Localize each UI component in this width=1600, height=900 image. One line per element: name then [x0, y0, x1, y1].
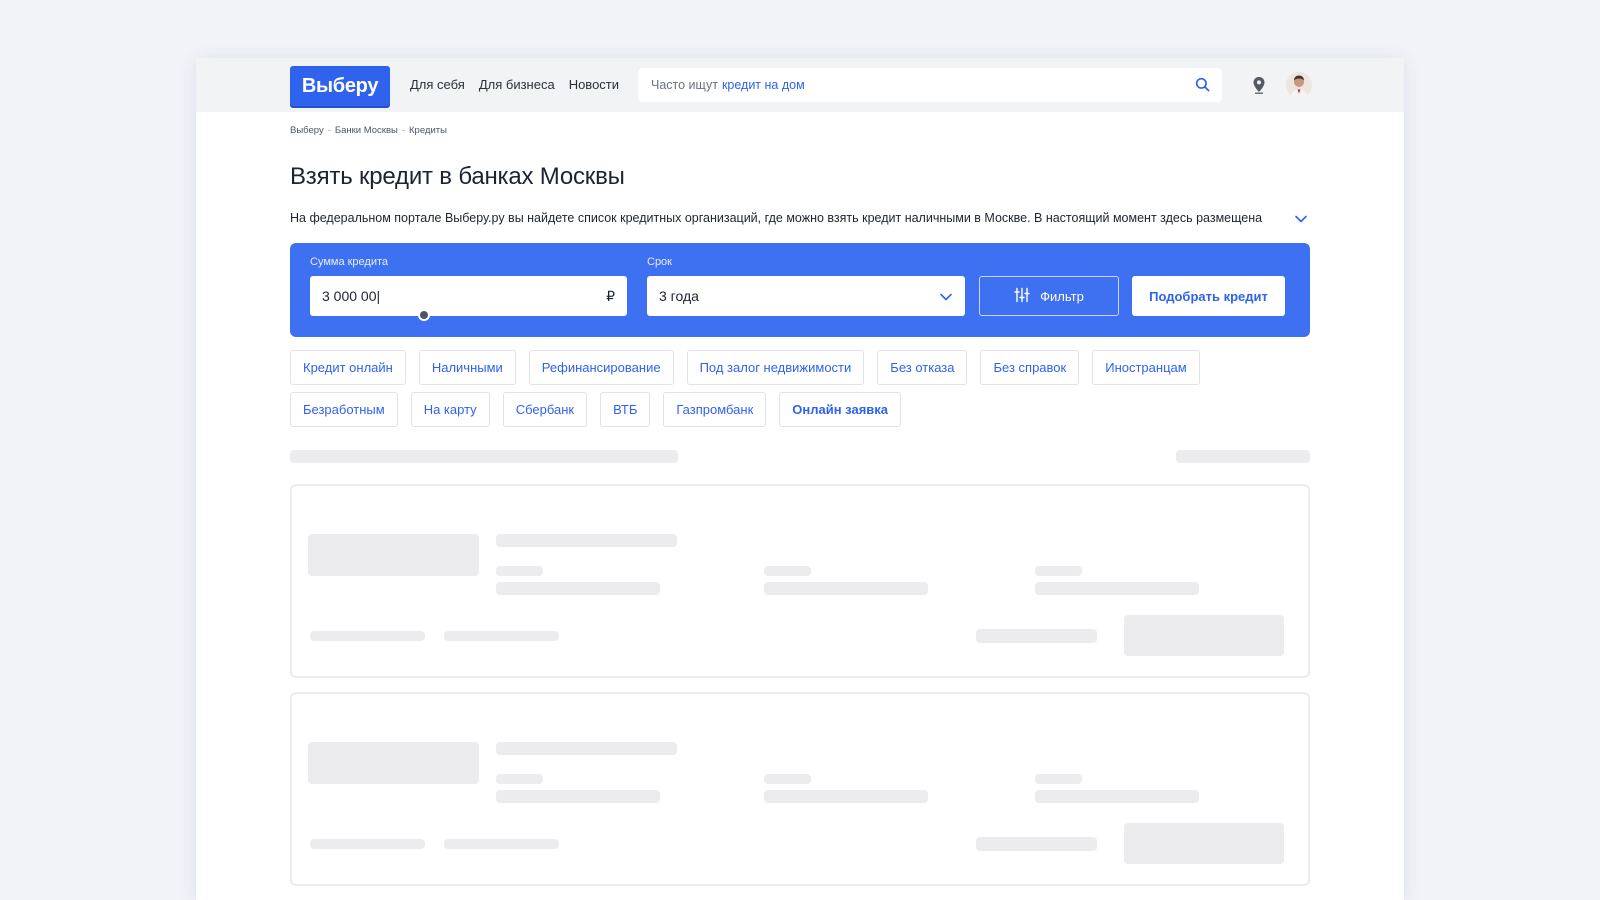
skeleton-button [1124, 823, 1284, 864]
skeleton-bank-logo [308, 742, 479, 784]
skeleton-param-label [764, 566, 811, 576]
skeleton-meta [310, 839, 425, 849]
location-pin-icon[interactable] [1252, 76, 1266, 99]
chip-credit-online[interactable]: Кредит онлайн [290, 350, 406, 385]
skeleton-title [496, 742, 677, 755]
chevron-down-icon [939, 289, 953, 305]
skeleton-results-count [290, 450, 678, 463]
chip-unemployed[interactable]: Безработным [290, 392, 398, 427]
loan-calculator: Сумма кредита 3 000 00| ₽ Срок 3 года Фи… [290, 243, 1310, 337]
skeleton-param-label [764, 774, 811, 784]
chip-foreigners[interactable]: Иностранцам [1092, 350, 1200, 385]
breadcrumb-separator: - [327, 125, 331, 136]
search-hint: Часто ищут [651, 78, 718, 92]
find-loan-button[interactable]: Подобрать кредит [1132, 276, 1285, 316]
search-icon[interactable] [1195, 77, 1210, 95]
skeleton-param-label [496, 566, 543, 576]
filter-button[interactable]: Фильтр [979, 276, 1119, 316]
chevron-down-icon[interactable] [1294, 211, 1308, 229]
term-select[interactable]: 3 года [647, 276, 965, 316]
quick-filters-row: Кредит онлайн Наличными Рефинансирование… [290, 350, 1320, 385]
breadcrumb-item[interactable]: Кредиты [409, 125, 447, 136]
chip-refinancing[interactable]: Рефинансирование [528, 350, 674, 385]
quick-filters-row: Безработным На карту Сбербанк ВТБ Газпро… [290, 392, 1320, 427]
skeleton-link [976, 837, 1097, 851]
breadcrumb-item[interactable]: Банки Москвы [335, 125, 398, 136]
chip-no-certificates[interactable]: Без справок [980, 350, 1080, 385]
skeleton-param-value [764, 790, 928, 803]
filter-label: Фильтр [1040, 288, 1084, 304]
skeleton-param-label [1035, 566, 1082, 576]
filter-sliders-icon [1014, 287, 1030, 306]
skeleton-param-value [1035, 790, 1199, 803]
search-hint-link[interactable]: кредит на дом [722, 78, 805, 92]
skeleton-meta [310, 631, 425, 641]
skeleton-meta [444, 631, 559, 641]
skeleton-button [1124, 615, 1284, 656]
skeleton-param-value [496, 582, 660, 595]
chip-to-card[interactable]: На карту [410, 392, 490, 427]
chip-online-application[interactable]: Онлайн заявка [779, 392, 902, 427]
skeleton-param-value [496, 790, 660, 803]
skeleton-title [496, 534, 677, 547]
main-nav: Для себя Для бизнеса Новости [410, 77, 619, 92]
breadcrumb-item[interactable]: Выберу [290, 125, 324, 136]
loan-card-skeleton [290, 484, 1310, 678]
skeleton-param-value [1035, 582, 1199, 595]
skeleton-meta [444, 839, 559, 849]
search-input[interactable]: Часто ищут кредит на дом [638, 68, 1222, 102]
term-label: Срок [647, 256, 672, 268]
currency-symbol: ₽ [606, 287, 615, 304]
chip-gazprombank[interactable]: Газпромбанк [663, 392, 767, 427]
page-description: На федеральном портале Выберу.ру вы найд… [290, 211, 1263, 225]
avatar[interactable] [1286, 72, 1312, 98]
logo[interactable]: Выберу [290, 66, 390, 106]
browser-window: Выберу Для себя Для бизнеса Новости Част… [196, 58, 1404, 900]
skeleton-param-label [1035, 774, 1082, 784]
site-header: Выберу Для себя Для бизнеса Новости Част… [196, 58, 1404, 112]
amount-slider-handle[interactable] [418, 309, 430, 321]
chip-vtb[interactable]: ВТБ [600, 392, 651, 427]
skeleton-param-label [496, 774, 543, 784]
term-value: 3 года [659, 288, 699, 304]
chip-no-refusal[interactable]: Без отказа [877, 350, 968, 385]
quick-filters: Кредит онлайн Наличными Рефинансирование… [290, 350, 1320, 434]
nav-link-news[interactable]: Новости [569, 77, 619, 92]
chip-cash[interactable]: Наличными [418, 350, 516, 385]
skeleton-bank-logo [308, 534, 479, 576]
skeleton-sort [1176, 450, 1310, 463]
nav-link-personal[interactable]: Для себя [410, 77, 465, 92]
chip-sberbank[interactable]: Сбербанк [502, 392, 588, 427]
skeleton-link [976, 629, 1097, 643]
amount-value: 3 000 00| [322, 288, 381, 304]
page-title: Взять кредит в банках Москвы [290, 163, 625, 190]
chip-real-estate-collateral[interactable]: Под залог недвижимости [686, 350, 865, 385]
amount-field[interactable]: 3 000 00| ₽ [310, 276, 627, 321]
skeleton-param-value [764, 582, 928, 595]
loan-card-skeleton [290, 692, 1310, 886]
amount-label: Сумма кредита [310, 256, 389, 268]
breadcrumb-separator: - [401, 125, 406, 136]
breadcrumb: Выберу - Банки Москвы - Кредиты [290, 125, 447, 136]
nav-link-business[interactable]: Для бизнеса [479, 77, 555, 92]
